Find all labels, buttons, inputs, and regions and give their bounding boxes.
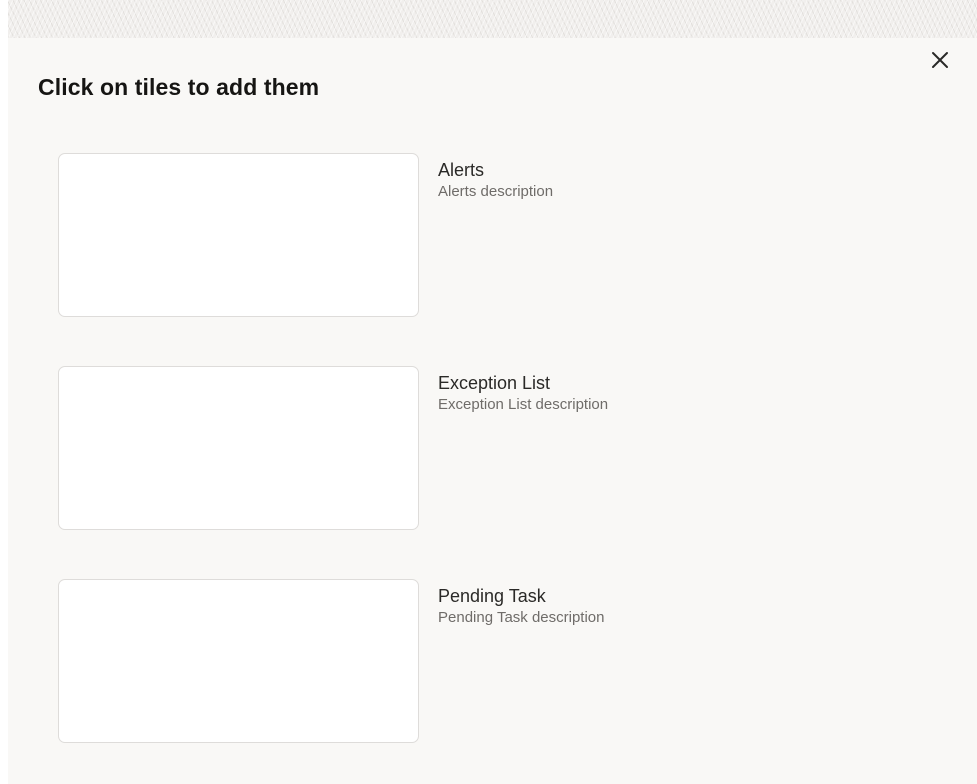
tile-text: Exception List Exception List descriptio… [438, 372, 608, 415]
tile-description: Exception List description [438, 396, 609, 413]
left-edge [0, 0, 8, 784]
tile-preview[interactable] [58, 366, 419, 530]
tile-name: Exception List [438, 373, 551, 393]
tile-item-pending-task[interactable]: Pending Task Pending Task description [58, 579, 938, 745]
close-button[interactable] [926, 46, 954, 74]
tile-preview[interactable] [58, 579, 419, 743]
tile-description: Alerts description [438, 183, 554, 200]
tile-text: Pending Task Pending Task description [438, 585, 605, 628]
tile-list: Alerts Alerts description Exception List… [58, 153, 938, 745]
tile-name: Pending Task [438, 586, 546, 606]
tile-preview[interactable] [58, 153, 419, 317]
tile-item-alerts[interactable]: Alerts Alerts description [58, 153, 938, 319]
tile-item-exception-list[interactable]: Exception List Exception List descriptio… [58, 366, 938, 532]
tile-name: Alerts [438, 160, 485, 180]
tile-description: Pending Task description [438, 609, 605, 626]
header-pattern-band [8, 0, 977, 38]
dialog-title: Click on tiles to add them [38, 74, 320, 100]
tile-text: Alerts Alerts description [438, 159, 553, 202]
close-icon [932, 52, 948, 68]
